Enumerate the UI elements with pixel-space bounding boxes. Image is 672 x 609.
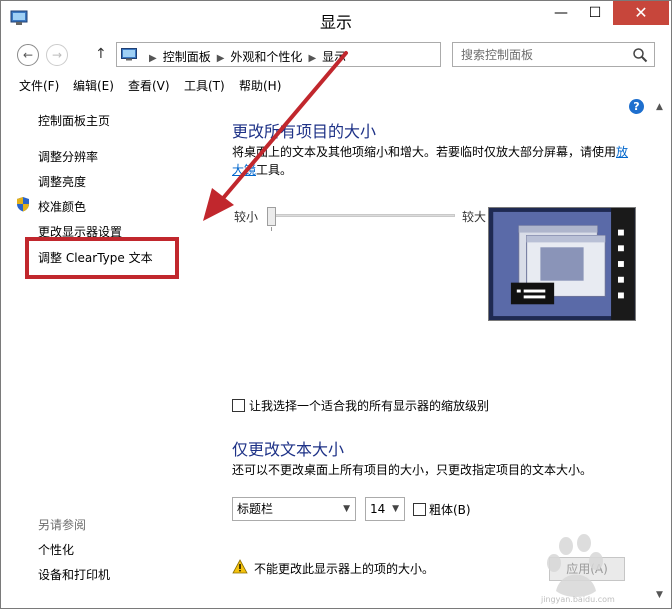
menu-edit[interactable]: 编辑(E) [73, 77, 114, 94]
scale-level-checkbox-label[interactable]: 让我选择一个适合我的所有显示器的缩放级别 [249, 397, 489, 414]
chevron-right-icon: ▶ [149, 53, 157, 64]
menu-view[interactable]: 查看(V) [128, 77, 170, 94]
forward-button[interactable]: → [46, 44, 68, 66]
section-description-change-size: 将桌面上的文本及其他项缩小和增大。若要临时仅放大部分屏幕，请使用放大镜工具。 [232, 143, 632, 179]
slider-max-label: 较大 [462, 210, 487, 224]
scroll-down-icon[interactable]: ▼ [656, 590, 663, 600]
breadcrumb: ▶ 控制面板 ▶ 外观和个性化 ▶ 显示 [143, 48, 346, 65]
menu-bar: 文件(F) 编辑(E) 查看(V) 工具(T) 帮助(H) [1, 73, 671, 97]
sidebar: 控制面板主页 调整分辨率 调整亮度 校准颜色 更改显示器设置 调整 ClearT… [1, 97, 211, 609]
navigation-bar: ← → ↑ ▶控制面板▶外观和个性化▶显示 ▼ ↻ [1, 37, 671, 71]
item-select-value: 标题栏 [237, 502, 274, 516]
menu-file[interactable]: 文件(F) [19, 77, 59, 94]
chevron-down-icon: ▼ [343, 504, 350, 514]
search-input[interactable] [453, 43, 628, 66]
slider-tick [271, 227, 272, 231]
sidebar-item-brightness[interactable]: 调整亮度 [38, 173, 86, 190]
warning-icon [232, 559, 248, 574]
size-select-value: 14 [370, 502, 386, 516]
size-slider-track[interactable] [269, 214, 455, 217]
description-text-end: 工具。 [256, 163, 293, 177]
display-preview-image [488, 207, 636, 321]
chevron-right-icon: ▶ [308, 53, 317, 64]
help-icon[interactable]: ? [629, 99, 644, 114]
chevron-down-icon: ▼ [392, 504, 399, 514]
display-window: 显示 — ☐ ✕ ← → ↑ ▶控制面板▶外观和个性化▶显示 ▼ ↻ [0, 0, 672, 609]
menu-tools[interactable]: 工具(T) [184, 77, 225, 94]
watermark-text: jingyan.baidu.com [541, 595, 615, 604]
bold-checkbox-label[interactable]: 粗体(B) [429, 501, 471, 518]
breadcrumb-appearance[interactable]: 外观和个性化 [230, 50, 302, 64]
up-button[interactable]: ↑ [95, 46, 107, 62]
section-heading-text-size: 仅更改文本大小 [232, 440, 345, 459]
warning-text: 不能更改此显示器上的项的大小。 [254, 562, 435, 576]
slider-min-label: 较小 [234, 210, 259, 224]
back-button[interactable]: ← [17, 44, 39, 66]
description-text: 将桌面上的文本及其他项缩小和增大。若要临时仅放大部分屏幕，请使用 [232, 145, 617, 159]
sidebar-item-personalization[interactable]: 个性化 [38, 541, 74, 558]
breadcrumb-display[interactable]: 显示 [322, 50, 346, 64]
section-description-text-size: 还可以不更改桌面上所有项目的大小，只更改指定项目的文本大小。 [232, 463, 593, 477]
close-button[interactable]: ✕ [613, 1, 669, 25]
breadcrumb-control-panel[interactable]: 控制面板 [163, 50, 211, 64]
sidebar-item-devices-printers[interactable]: 设备和打印机 [38, 566, 110, 583]
chevron-right-icon: ▶ [216, 53, 225, 64]
baidu-watermark-logo [547, 534, 603, 597]
size-select[interactable]: 14 ▼ [365, 497, 405, 521]
menu-help[interactable]: 帮助(H) [239, 77, 281, 94]
minimize-button[interactable]: — [545, 1, 577, 25]
section-heading-change-size: 更改所有项目的大小 [232, 122, 377, 141]
size-slider-thumb[interactable] [267, 207, 276, 226]
sidebar-item-resolution[interactable]: 调整分辨率 [38, 148, 98, 165]
title-bar: 显示 — ☐ ✕ [1, 1, 671, 37]
control-panel-icon [121, 48, 137, 61]
bold-checkbox[interactable] [413, 503, 426, 516]
scroll-up-icon[interactable]: ▲ [656, 102, 663, 112]
uac-shield-icon [17, 197, 29, 212]
sidebar-item-calibrate-color[interactable]: 校准颜色 [38, 198, 86, 215]
scale-level-checkbox[interactable] [232, 399, 245, 412]
sidebar-item-home[interactable]: 控制面板主页 [38, 112, 110, 129]
search-icon[interactable] [632, 47, 648, 63]
maximize-button[interactable]: ☐ [579, 1, 611, 25]
address-bar[interactable]: ▶控制面板▶外观和个性化▶显示 ▼ ↻ [116, 42, 543, 67]
search-box[interactable] [452, 42, 655, 67]
item-select[interactable]: 标题栏 ▼ [232, 497, 356, 521]
see-also-heading: 另请参阅 [38, 518, 87, 532]
annotation-highlight-box [25, 237, 179, 279]
